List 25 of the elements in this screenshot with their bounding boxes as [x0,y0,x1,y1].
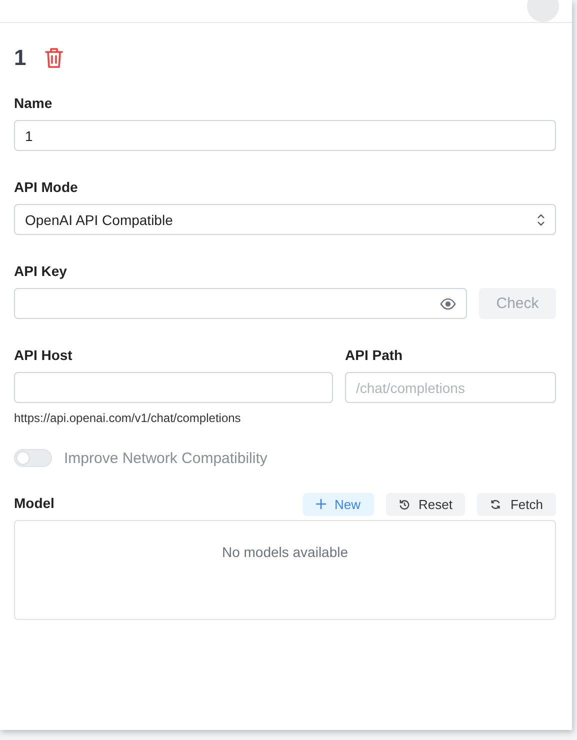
field-label: API Host [14,347,74,365]
mode-select[interactable]: OpenAI API Compatible [14,204,556,235]
chevron-updown-icon [537,214,545,226]
select-value: OpenAI API Compatible [25,212,173,228]
api-path-field[interactable]: /chat/completions [345,372,556,403]
empty-message: No models available [222,544,348,562]
field-label: API Mode [14,179,79,197]
api-key-field[interactable] [14,288,467,319]
toggle-switch[interactable] [14,449,52,467]
field-label: API Path [345,347,404,365]
eye-icon[interactable] [440,298,456,310]
field-label: Name [14,95,54,113]
api-host-field[interactable] [14,372,333,403]
trash-icon[interactable] [44,47,64,69]
model-label: Model [14,495,54,513]
undo-icon [398,498,410,510]
refresh-icon [490,498,502,510]
plus-icon [316,499,326,509]
toggle-label: Improve Network Compatibility [64,450,268,466]
fetch-button[interactable]: Fetch [477,492,556,516]
name-field[interactable]: 1 [14,120,556,151]
reset-button[interactable]: Reset [386,492,466,516]
field-label: API Key [14,263,68,281]
provider-title: 1 [14,45,26,71]
host-hint: https://api.openai.com/v1/chat/completions [14,411,241,425]
